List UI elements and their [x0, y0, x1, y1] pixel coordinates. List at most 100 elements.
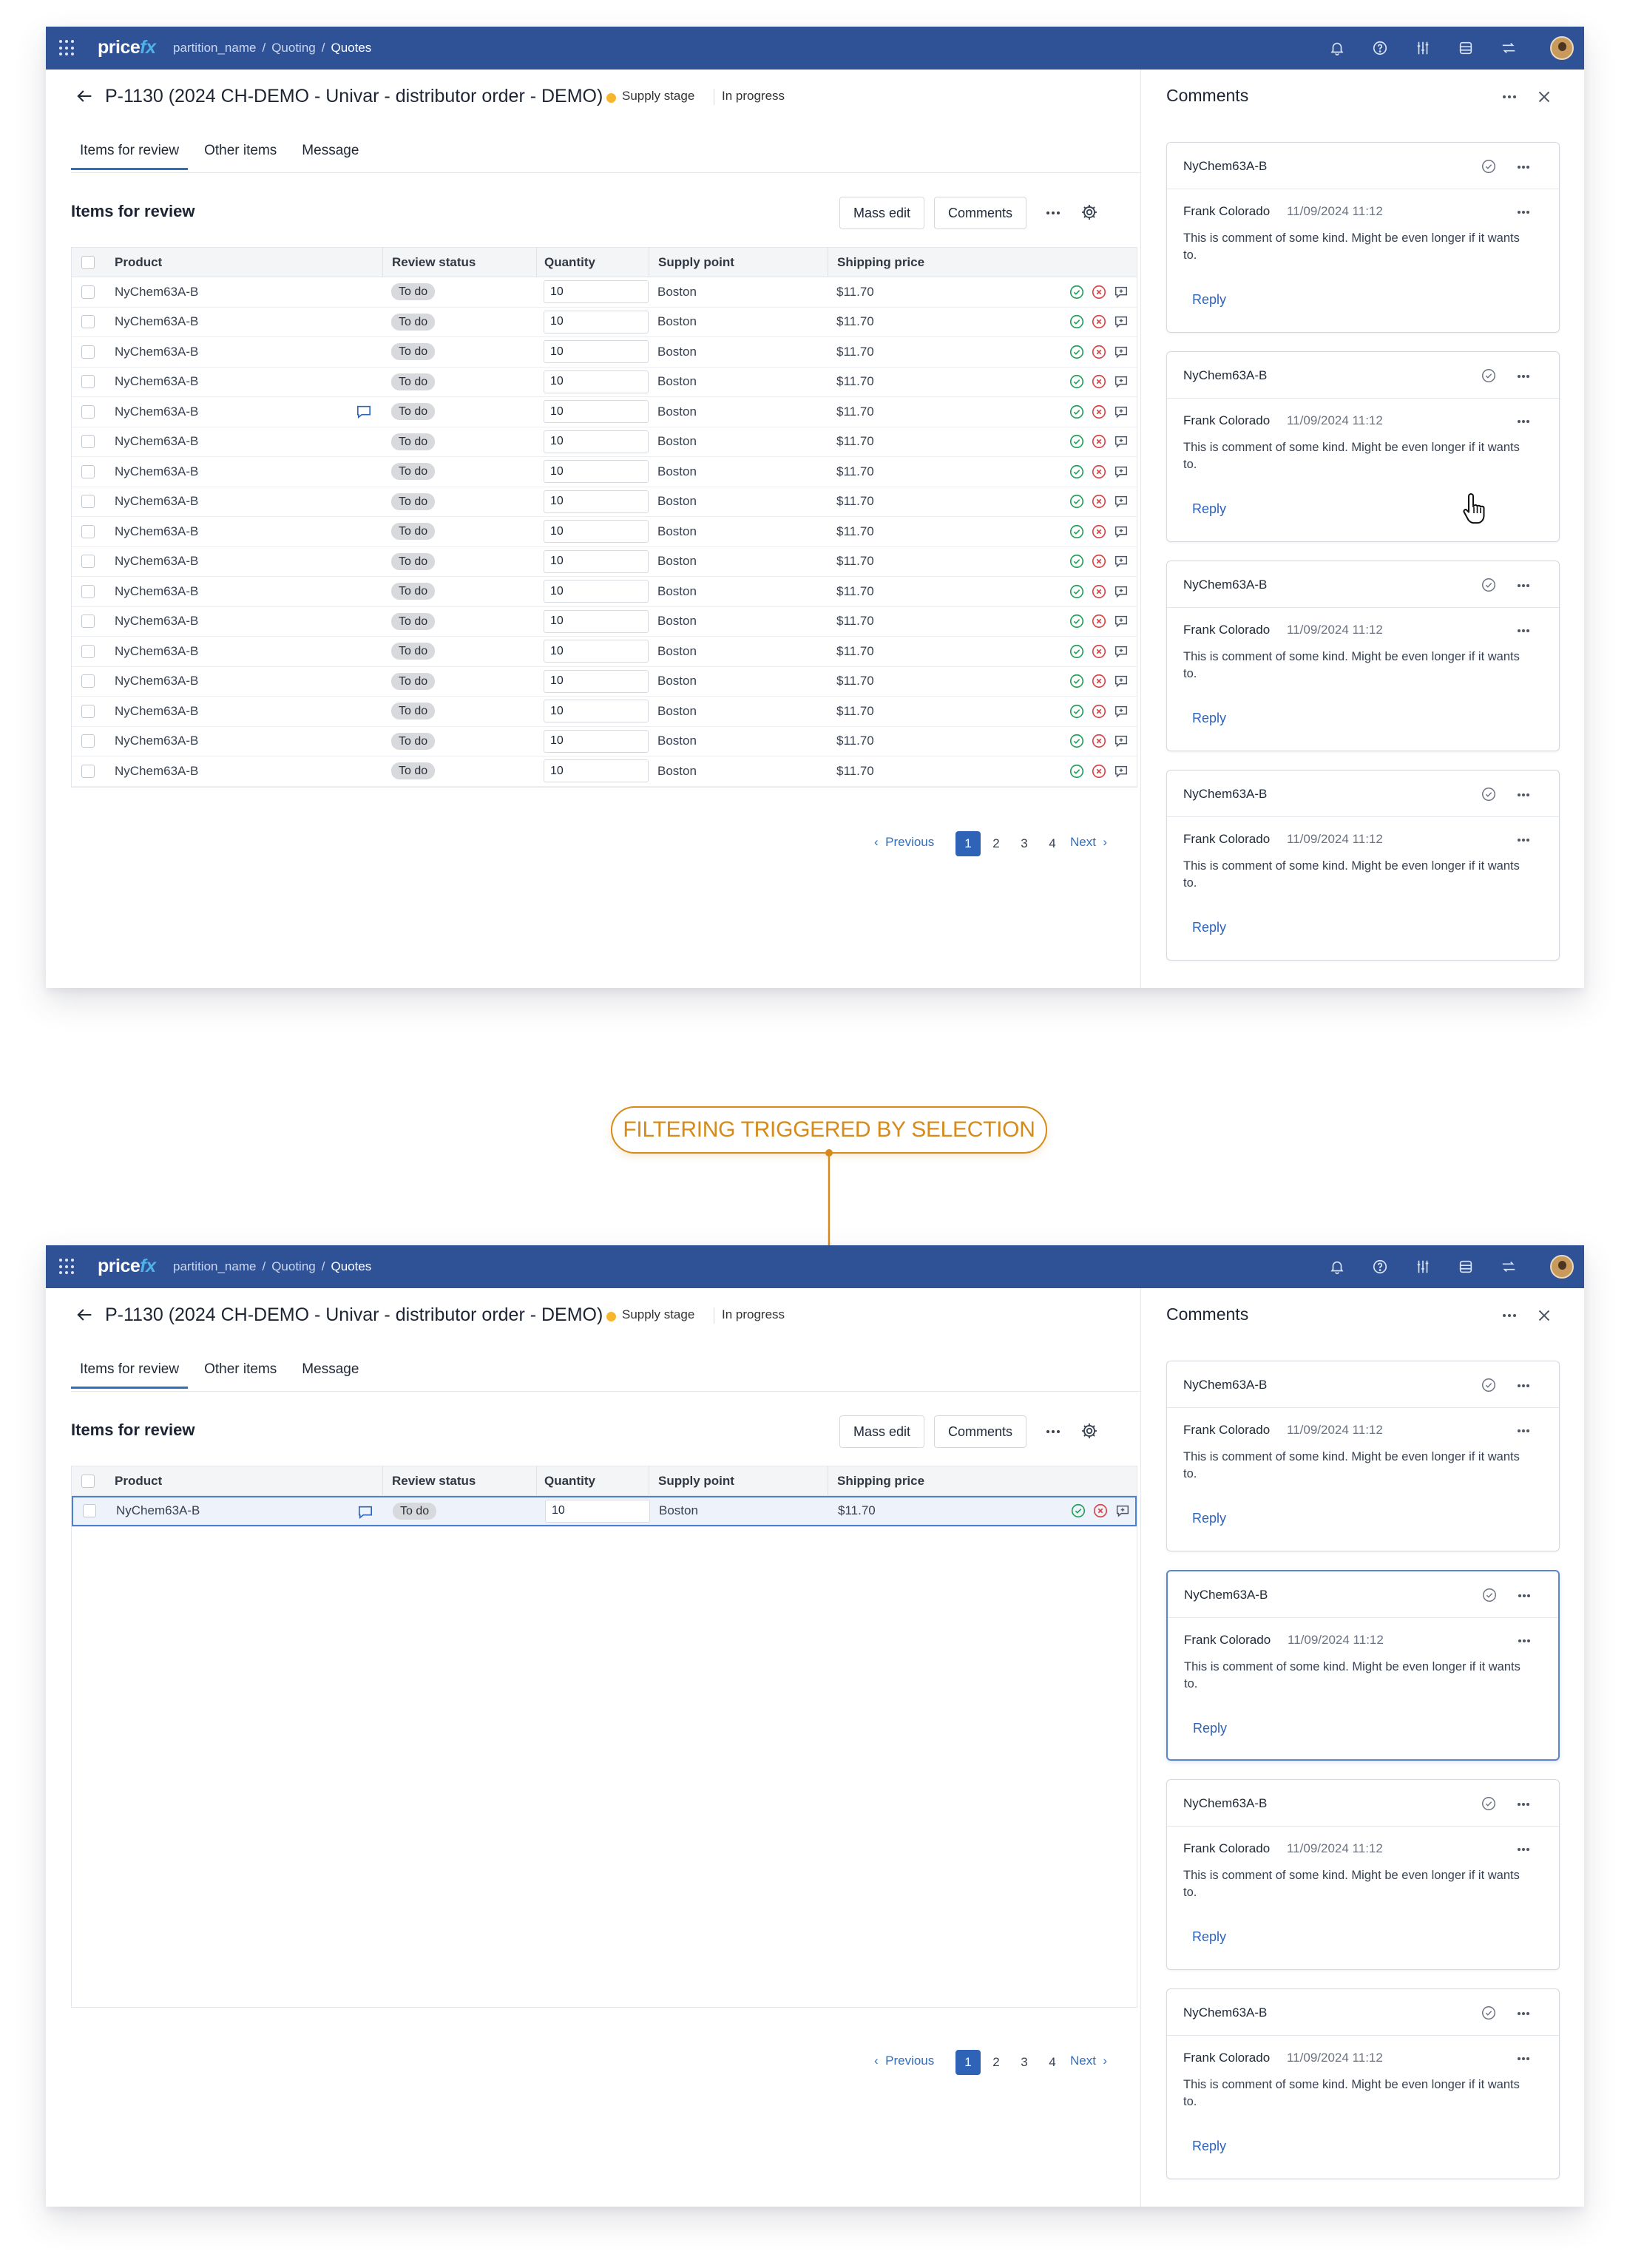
transfer-icon[interactable] [1495, 1256, 1522, 1278]
mass-edit-button[interactable]: Mass edit [839, 1415, 925, 1448]
page-2-button[interactable]: 2 [984, 831, 1009, 856]
user-avatar[interactable] [1550, 1255, 1574, 1279]
comment-indicator-icon[interactable] [356, 404, 372, 419]
add-comment-icon[interactable] [1113, 703, 1129, 720]
sliders-icon[interactable] [1410, 1256, 1436, 1278]
approve-icon[interactable] [1069, 314, 1085, 330]
column-header-product[interactable]: Product [104, 1466, 382, 1495]
resolve-check-icon[interactable] [1481, 1377, 1497, 1393]
panel-more-icon[interactable] [1499, 92, 1520, 102]
comments-button[interactable]: Comments [934, 1415, 1027, 1448]
page-4-button[interactable]: 4 [1040, 2050, 1065, 2075]
reject-icon[interactable] [1091, 464, 1107, 480]
reject-icon[interactable] [1091, 284, 1107, 300]
add-comment-icon[interactable] [1113, 493, 1129, 510]
more-options-icon[interactable] [1043, 204, 1063, 222]
card-more-icon[interactable] [1515, 162, 1532, 171]
page-1-button[interactable]: 1 [955, 831, 981, 856]
pricefx-logo[interactable]: pricefx [98, 1256, 156, 1277]
pagination-previous[interactable]: ‹ Previous [874, 2054, 934, 2068]
comment-card[interactable]: NyChem63A-B Frank Colorado 11/09/2024 11:1… [1166, 142, 1560, 333]
reject-icon[interactable] [1091, 733, 1107, 749]
resolve-check-icon[interactable] [1481, 786, 1497, 802]
row-checkbox[interactable] [81, 584, 95, 598]
reject-icon[interactable] [1091, 433, 1107, 450]
quantity-input[interactable] [544, 580, 649, 603]
row-checkbox[interactable] [81, 315, 95, 329]
close-icon[interactable] [1535, 87, 1554, 106]
add-comment-icon[interactable] [1113, 404, 1129, 420]
table-row[interactable]: NyChem63A-B To do Boston $11.70 [72, 547, 1137, 577]
table-row[interactable]: NyChem63A-B To do Boston $11.70 [72, 637, 1137, 667]
comment-more-icon[interactable] [1515, 207, 1532, 216]
page-4-button[interactable]: 4 [1040, 831, 1065, 856]
resolve-check-icon[interactable] [1481, 158, 1497, 175]
pagination-next[interactable]: Next › [1070, 2054, 1107, 2068]
column-header-review-status[interactable]: Review status [382, 1466, 536, 1495]
add-comment-icon[interactable] [1113, 583, 1129, 600]
row-checkbox[interactable] [81, 345, 95, 359]
approve-icon[interactable] [1069, 493, 1085, 510]
quantity-input[interactable] [544, 400, 649, 424]
approve-icon[interactable] [1069, 524, 1085, 540]
quantity-input[interactable] [544, 520, 649, 544]
reject-icon[interactable] [1091, 524, 1107, 540]
row-checkbox[interactable] [81, 375, 95, 389]
row-checkbox[interactable] [81, 555, 95, 569]
row-checkbox[interactable] [81, 734, 95, 748]
column-header-quantity[interactable]: Quantity [536, 1466, 649, 1495]
add-comment-icon[interactable] [1113, 613, 1129, 629]
table-row[interactable]: NyChem63A-B To do Boston $11.70 [72, 457, 1137, 487]
reply-button[interactable]: Reply [1192, 2139, 1226, 2154]
row-checkbox[interactable] [81, 674, 95, 688]
card-more-icon[interactable] [1515, 371, 1532, 380]
resolve-check-icon[interactable] [1481, 1795, 1497, 1812]
pricefx-logo[interactable]: pricefx [98, 37, 156, 58]
quantity-input[interactable] [544, 370, 649, 393]
tab-message[interactable]: Message [293, 1359, 368, 1389]
table-row[interactable]: NyChem63A-B To do Boston $11.70 [72, 368, 1137, 397]
table-row[interactable]: NyChem63A-B To do Boston $11.70 [72, 337, 1137, 368]
gear-icon[interactable] [1080, 1421, 1100, 1442]
approve-icon[interactable] [1070, 1503, 1086, 1519]
quantity-input[interactable] [544, 430, 649, 453]
back-arrow-icon[interactable] [74, 1304, 95, 1325]
approve-icon[interactable] [1069, 643, 1085, 660]
column-header-quantity[interactable]: Quantity [536, 248, 649, 277]
reply-button[interactable]: Reply [1192, 1511, 1226, 1526]
pagination-previous[interactable]: ‹ Previous [874, 835, 934, 850]
comment-card[interactable]: NyChem63A-B Frank Colorado 11/09/2024 11:1… [1166, 1988, 1560, 2179]
add-comment-icon[interactable] [1113, 314, 1129, 330]
resolve-check-icon[interactable] [1481, 577, 1497, 593]
user-avatar[interactable] [1550, 36, 1574, 60]
table-row[interactable]: NyChem63A-B To do Boston $11.70 [72, 517, 1137, 547]
approve-icon[interactable] [1069, 284, 1085, 300]
column-header-product[interactable]: Product [104, 248, 382, 277]
add-comment-icon[interactable] [1113, 344, 1129, 360]
table-row[interactable]: NyChem63A-B To do Boston $11.70 [72, 607, 1137, 637]
quantity-input[interactable] [544, 669, 649, 693]
breadcrumb-quotes[interactable]: Quotes [331, 41, 371, 55]
pagination-next[interactable]: Next › [1070, 835, 1107, 850]
page-1-button[interactable]: 1 [955, 2050, 981, 2075]
add-comment-icon[interactable] [1113, 643, 1129, 660]
quantity-input[interactable] [544, 640, 649, 663]
breadcrumb-partition[interactable]: partition_name [173, 41, 256, 55]
quantity-input[interactable] [544, 759, 649, 783]
reject-icon[interactable] [1091, 373, 1107, 390]
quantity-input[interactable] [544, 700, 649, 723]
table-row[interactable]: NyChem63A-B To do Boston $11.70 [72, 308, 1137, 337]
close-icon[interactable] [1535, 1306, 1554, 1325]
column-header-shipping-price[interactable]: Shipping price [828, 1466, 1048, 1495]
gear-icon[interactable] [1080, 203, 1100, 223]
approve-icon[interactable] [1069, 673, 1085, 689]
comment-more-icon[interactable] [1515, 1426, 1532, 1435]
reject-icon[interactable] [1092, 1503, 1109, 1519]
card-more-icon[interactable] [1515, 2008, 1532, 2017]
reject-icon[interactable] [1091, 643, 1107, 660]
resolve-check-icon[interactable] [1481, 1587, 1498, 1603]
column-header-supply-point[interactable]: Supply point [649, 1466, 828, 1495]
tab-other-items[interactable]: Other items [195, 141, 285, 170]
approve-icon[interactable] [1069, 613, 1085, 629]
reject-icon[interactable] [1091, 404, 1107, 420]
